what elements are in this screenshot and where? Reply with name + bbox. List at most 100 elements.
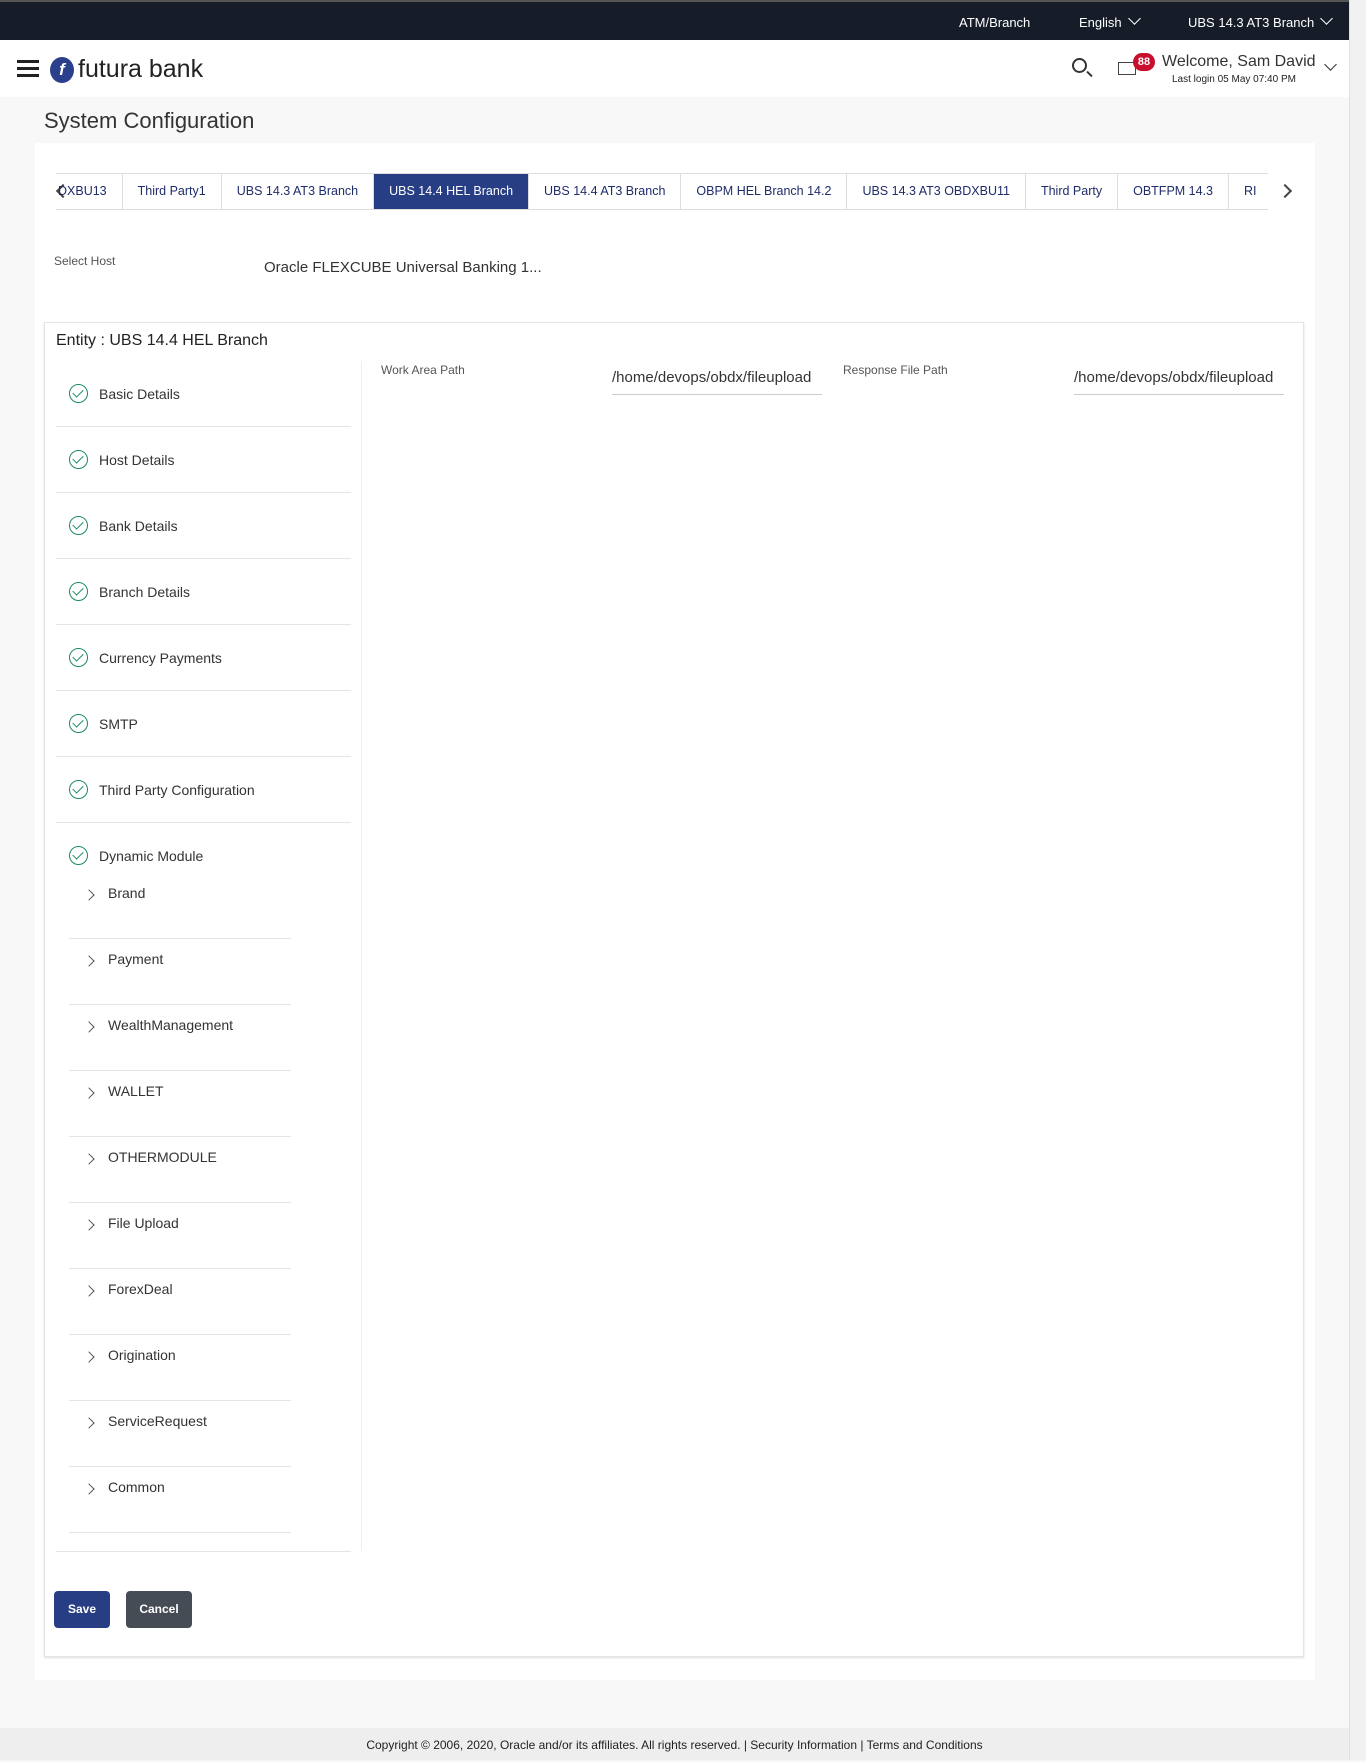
entity-tabs: DXBU13 Third Party1 UBS 14.3 AT3 Branch UBS… bbox=[56, 173, 1268, 210]
chevron-right-icon bbox=[83, 955, 95, 967]
tab-obtfpm-14-3[interactable]: OBTFPM 14.3 bbox=[1118, 174, 1229, 209]
nav-item[interactable]: Currency Payments bbox=[56, 625, 351, 691]
search-icon[interactable] bbox=[1072, 58, 1087, 73]
sub-nav-item[interactable]: Origination bbox=[69, 1335, 291, 1401]
nav-item[interactable]: SMTP bbox=[56, 691, 351, 757]
check-circle-icon bbox=[69, 648, 88, 667]
sub-nav-item[interactable]: File Upload bbox=[69, 1203, 291, 1269]
sub-nav-label: File Upload bbox=[108, 1215, 179, 1231]
sub-nav-item[interactable]: Brand bbox=[69, 873, 291, 939]
brand-name: futura bank bbox=[78, 55, 204, 83]
sub-nav-label: WealthManagement bbox=[108, 1017, 234, 1033]
app-header: f futura bank 88 Welcome, Sam David Last… bbox=[0, 40, 1349, 97]
sub-nav-item[interactable]: WealthManagement bbox=[69, 1005, 291, 1071]
check-circle-icon bbox=[69, 384, 88, 403]
sub-nav-item[interactable]: WALLET bbox=[69, 1071, 291, 1137]
sub-nav-item[interactable]: Payment bbox=[69, 939, 291, 1005]
nav-item-label: Dynamic Module bbox=[99, 848, 204, 864]
sub-nav-label: ForexDeal bbox=[108, 1281, 173, 1297]
top-bar: ATM/Branch English UBS 14.3 AT3 Branch bbox=[0, 0, 1349, 40]
sub-nav-label: WALLET bbox=[108, 1083, 164, 1099]
nav-item-label: Branch Details bbox=[99, 584, 191, 600]
tab-ri[interactable]: RI bbox=[1229, 174, 1268, 209]
footer-separator: | bbox=[857, 1738, 867, 1752]
entity-title: Entity : UBS 14.4 HEL Branch bbox=[56, 332, 268, 349]
chevron-right-icon bbox=[83, 1483, 95, 1495]
footer: Copyright © 2006, 2020, Oracle and/or it… bbox=[0, 1728, 1349, 1760]
tab-third-party[interactable]: Third Party bbox=[1026, 174, 1119, 209]
sub-nav-item[interactable]: ServiceRequest bbox=[69, 1401, 291, 1467]
menu-icon[interactable] bbox=[17, 60, 39, 77]
entity-label: UBS 14.3 AT3 Branch bbox=[1188, 15, 1315, 30]
check-circle-icon bbox=[69, 516, 88, 535]
work-area-path-label: Work Area Path bbox=[381, 363, 465, 377]
check-circle-icon bbox=[69, 714, 88, 733]
welcome-text[interactable]: Welcome, Sam David bbox=[1162, 53, 1316, 71]
chevron-right-icon bbox=[83, 1087, 95, 1099]
nav-item-label: Third Party Configuration bbox=[99, 782, 255, 798]
sub-nav-label: Brand bbox=[108, 885, 146, 901]
divider bbox=[56, 1551, 351, 1552]
chevron-right-icon bbox=[83, 889, 95, 901]
nav-item[interactable]: Basic Details bbox=[56, 361, 351, 427]
nav-item[interactable]: Bank Details bbox=[56, 493, 351, 559]
logo-mark-icon: f bbox=[50, 56, 74, 83]
nav-item-label: SMTP bbox=[99, 716, 138, 732]
select-host-value[interactable]: Oracle FLEXCUBE Universal Banking 1... bbox=[264, 259, 542, 276]
nav-item-label: Currency Payments bbox=[99, 650, 222, 666]
nav-item[interactable]: Third Party Configuration bbox=[56, 757, 351, 823]
nav-item[interactable]: Host Details bbox=[56, 427, 351, 493]
select-host-label: Select Host bbox=[54, 254, 116, 268]
chevron-right-icon bbox=[83, 1021, 95, 1033]
save-button[interactable]: Save bbox=[54, 1591, 110, 1628]
entity-dropdown[interactable]: UBS 14.3 AT3 Branch bbox=[1188, 12, 1334, 30]
scrollbar[interactable] bbox=[1349, 0, 1366, 1760]
language-dropdown[interactable]: English bbox=[1079, 12, 1141, 30]
tab-dxbu13[interactable]: DXBU13 bbox=[56, 174, 123, 209]
sub-nav-item[interactable]: ForexDeal bbox=[69, 1269, 291, 1335]
check-circle-icon bbox=[69, 846, 88, 865]
nav-item[interactable]: Branch Details bbox=[56, 559, 351, 625]
check-circle-icon bbox=[69, 780, 88, 799]
tab-ubs-14-4-hel-branch[interactable]: UBS 14.4 HEL Branch bbox=[374, 174, 530, 209]
chevron-right-icon bbox=[83, 1153, 95, 1165]
divider bbox=[361, 361, 362, 1551]
terms-link[interactable]: Terms and Conditions bbox=[867, 1738, 983, 1752]
logo[interactable]: f futura bank bbox=[50, 55, 203, 84]
page-title: System Configuration bbox=[44, 108, 255, 133]
chevron-down-icon[interactable] bbox=[1324, 58, 1337, 71]
chevron-down-icon bbox=[1320, 12, 1334, 25]
response-file-path-input[interactable]: /home/devops/obdx/fileupload bbox=[1074, 369, 1284, 395]
cancel-button[interactable]: Cancel bbox=[126, 1591, 192, 1628]
tab-ubs-14-4-at3-branch[interactable]: UBS 14.4 AT3 Branch bbox=[529, 174, 682, 209]
sub-nav-label: Common bbox=[108, 1479, 165, 1495]
sub-nav-label: OTHERMODULE bbox=[108, 1149, 217, 1165]
entity-section: Entity : UBS 14.4 HEL Branch Basic Detai… bbox=[44, 322, 1304, 1657]
security-information-link[interactable]: Security Information bbox=[750, 1738, 857, 1752]
sub-nav-label: ServiceRequest bbox=[108, 1413, 207, 1429]
nav-item-label: Basic Details bbox=[99, 386, 180, 402]
chevron-down-icon bbox=[1127, 12, 1141, 25]
nav-item-label: Host Details bbox=[99, 452, 175, 468]
work-area-path-input[interactable]: /home/devops/obdx/fileupload bbox=[612, 369, 822, 395]
check-circle-icon bbox=[69, 450, 88, 469]
nav-item-label: Bank Details bbox=[99, 518, 178, 534]
notification-badge[interactable]: 88 bbox=[1133, 53, 1155, 71]
sub-nav-item[interactable]: OTHERMODULE bbox=[69, 1137, 291, 1203]
tab-ubs-14-3-at3-branch[interactable]: UBS 14.3 AT3 Branch bbox=[222, 174, 375, 209]
chevron-right-icon bbox=[83, 1285, 95, 1297]
tab-obpm-hel-branch-14-2[interactable]: OBPM HEL Branch 14.2 bbox=[681, 174, 848, 209]
sub-nav-label: Origination bbox=[108, 1347, 176, 1363]
sub-nav-item[interactable]: Common bbox=[69, 1467, 291, 1533]
response-file-path-label: Response File Path bbox=[843, 363, 948, 377]
chevron-right-icon bbox=[83, 1351, 95, 1363]
language-label: English bbox=[1079, 15, 1122, 30]
chevron-right-icon bbox=[83, 1219, 95, 1231]
tab-third-party1[interactable]: Third Party1 bbox=[123, 174, 222, 209]
sub-nav-label: Payment bbox=[108, 951, 164, 967]
last-login: Last login 05 May 07:40 PM bbox=[1172, 74, 1296, 85]
copyright-text: Copyright © 2006, 2020, Oracle and/or it… bbox=[366, 1738, 751, 1752]
tab-ubs-14-3-at3-obdxbu11[interactable]: UBS 14.3 AT3 OBDXBU11 bbox=[847, 174, 1026, 209]
chevron-right-icon bbox=[83, 1417, 95, 1429]
atm-branch-link[interactable]: ATM/Branch bbox=[959, 15, 1030, 30]
